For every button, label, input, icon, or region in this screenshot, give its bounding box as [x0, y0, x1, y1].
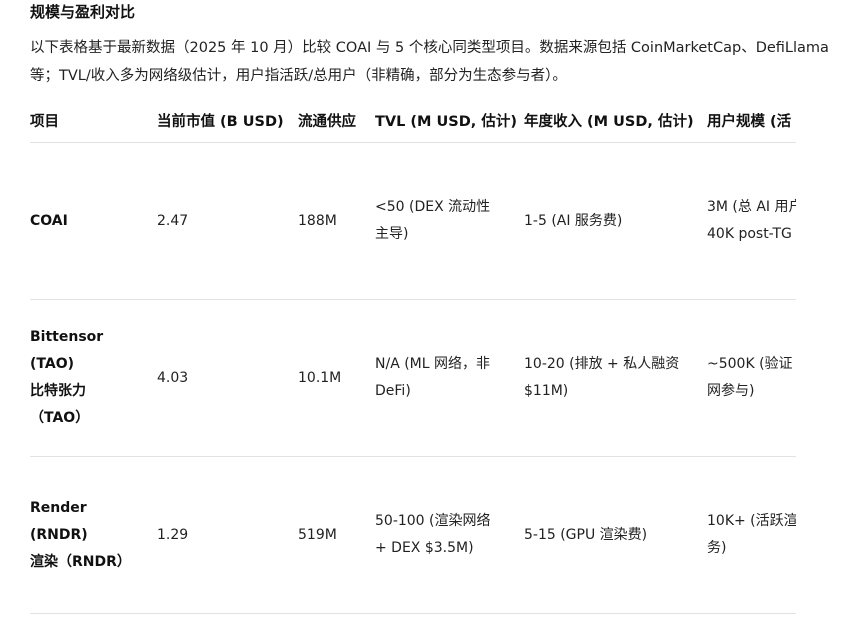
cell-tvl: <50 (DEX 流动性 主导) [375, 142, 524, 300]
header-tvl: TVL (M USD, 估计) [375, 98, 524, 143]
cell-users: 3M (总 AI 用户 40K post-TG [707, 142, 796, 300]
cell-market-cap: 1.29 [157, 456, 298, 614]
cell-project-name-line: (TAO) [30, 356, 74, 372]
page: 规模与盈利对比 以下表格基于最新数据（2025 年 10 月）比较 COAI 与… [0, 0, 845, 623]
cell-users-line: 务) [707, 540, 727, 556]
header-users: 用户规模 (活 [707, 98, 796, 143]
cell-users-line: ~500K (验证 [707, 356, 793, 372]
cell-project-name-line: （TAO） [30, 410, 90, 426]
cell-users-line: 10K+ (活跃渲 [707, 513, 796, 529]
cell-project-name: Render (RNDR) 渲染（RNDR） [30, 456, 157, 614]
cell-project-name-line: 比特张力 [30, 383, 86, 399]
cell-revenue-line: $11M) [524, 383, 569, 399]
cell-project-name-line: Render [30, 499, 87, 516]
cell-project-name-line: (RNDR) [30, 526, 88, 543]
cell-revenue: 1-5 (AI 服务费) [524, 142, 707, 300]
cell-tvl: N/A (ML 网络，非 DeFi) [375, 299, 524, 457]
cell-tvl-line: 主导) [375, 226, 409, 242]
cell-supply: 519M [298, 456, 375, 614]
cell-market-cap: 2.47 [157, 142, 298, 300]
comparison-table: 项目 当前市值 (B USD) 流通供应 TVL (M USD, 估计) 年度收… [30, 98, 796, 614]
table-row: Bittensor (TAO) 比特张力 （TAO） 4.03 10.1M N/A (ML … [30, 299, 796, 457]
cell-project-name: Bittensor (TAO) 比特张力 （TAO） [30, 299, 157, 457]
cell-tvl-line: <50 (DEX 流动性 [375, 199, 491, 215]
header-project: 项目 [30, 98, 157, 143]
cell-revenue: 10-20 (排放 + 私人融资 $11M) [524, 299, 707, 457]
cell-revenue-line: 5-15 (GPU 渲染费) [524, 526, 648, 543]
header-market-cap: 当前市值 (B USD) [157, 98, 298, 143]
cell-market-cap: 4.03 [157, 299, 298, 457]
cell-project-name: COAI [30, 142, 157, 300]
header-revenue: 年度收入 (M USD, 估计) [524, 98, 707, 143]
cell-tvl-line: 50-100 (渲染网络 [375, 513, 491, 529]
cell-users: ~500K (验证 网参与) [707, 299, 796, 457]
table-row: COAI 2.47 188M <50 (DEX 流动性 主导) 1-5 (AI 服务费) 3… [30, 142, 796, 300]
cell-tvl-line: N/A (ML 网络，非 [375, 356, 491, 372]
cell-revenue: 5-15 (GPU 渲染费) [524, 456, 707, 614]
cell-users-line: 40K post-TG [707, 226, 792, 242]
cell-users: 10K+ (活跃渲 务) [707, 456, 796, 614]
section-heading: 规模与盈利对比 [30, 3, 136, 21]
header-supply: 流通供应 [298, 98, 375, 143]
cell-supply: 188M [298, 142, 375, 300]
cell-supply: 10.1M [298, 299, 375, 457]
intro-paragraph: 以下表格基于最新数据（2025 年 10 月）比较 COAI 与 5 个核心同类… [30, 40, 829, 84]
cell-tvl: 50-100 (渲染网络 + DEX $3.5M) [375, 456, 524, 614]
cell-tvl-line: + DEX $3.5M) [375, 540, 474, 556]
cell-project-name-line: 渲染（RNDR） [30, 553, 131, 570]
cell-revenue-line: 1-5 (AI 服务费) [524, 212, 623, 229]
cell-revenue-line: 10-20 (排放 + 私人融资 [524, 356, 680, 372]
cell-tvl-line: DeFi) [375, 383, 411, 399]
cell-users-line: 网参与) [707, 383, 755, 399]
table-row: Render (RNDR) 渲染（RNDR） 1.29 519M 50-100 (渲染网络… [30, 456, 796, 614]
cell-project-name-line: Bittensor [30, 329, 104, 345]
cell-users-line: 3M (总 AI 用户 [707, 199, 796, 215]
cell-project-name-line: COAI [30, 212, 68, 229]
table-header-row: 项目 当前市值 (B USD) 流通供应 TVL (M USD, 估计) 年度收… [30, 98, 796, 143]
comparison-table-container[interactable]: 项目 当前市值 (B USD) 流通供应 TVL (M USD, 估计) 年度收… [30, 98, 796, 623]
